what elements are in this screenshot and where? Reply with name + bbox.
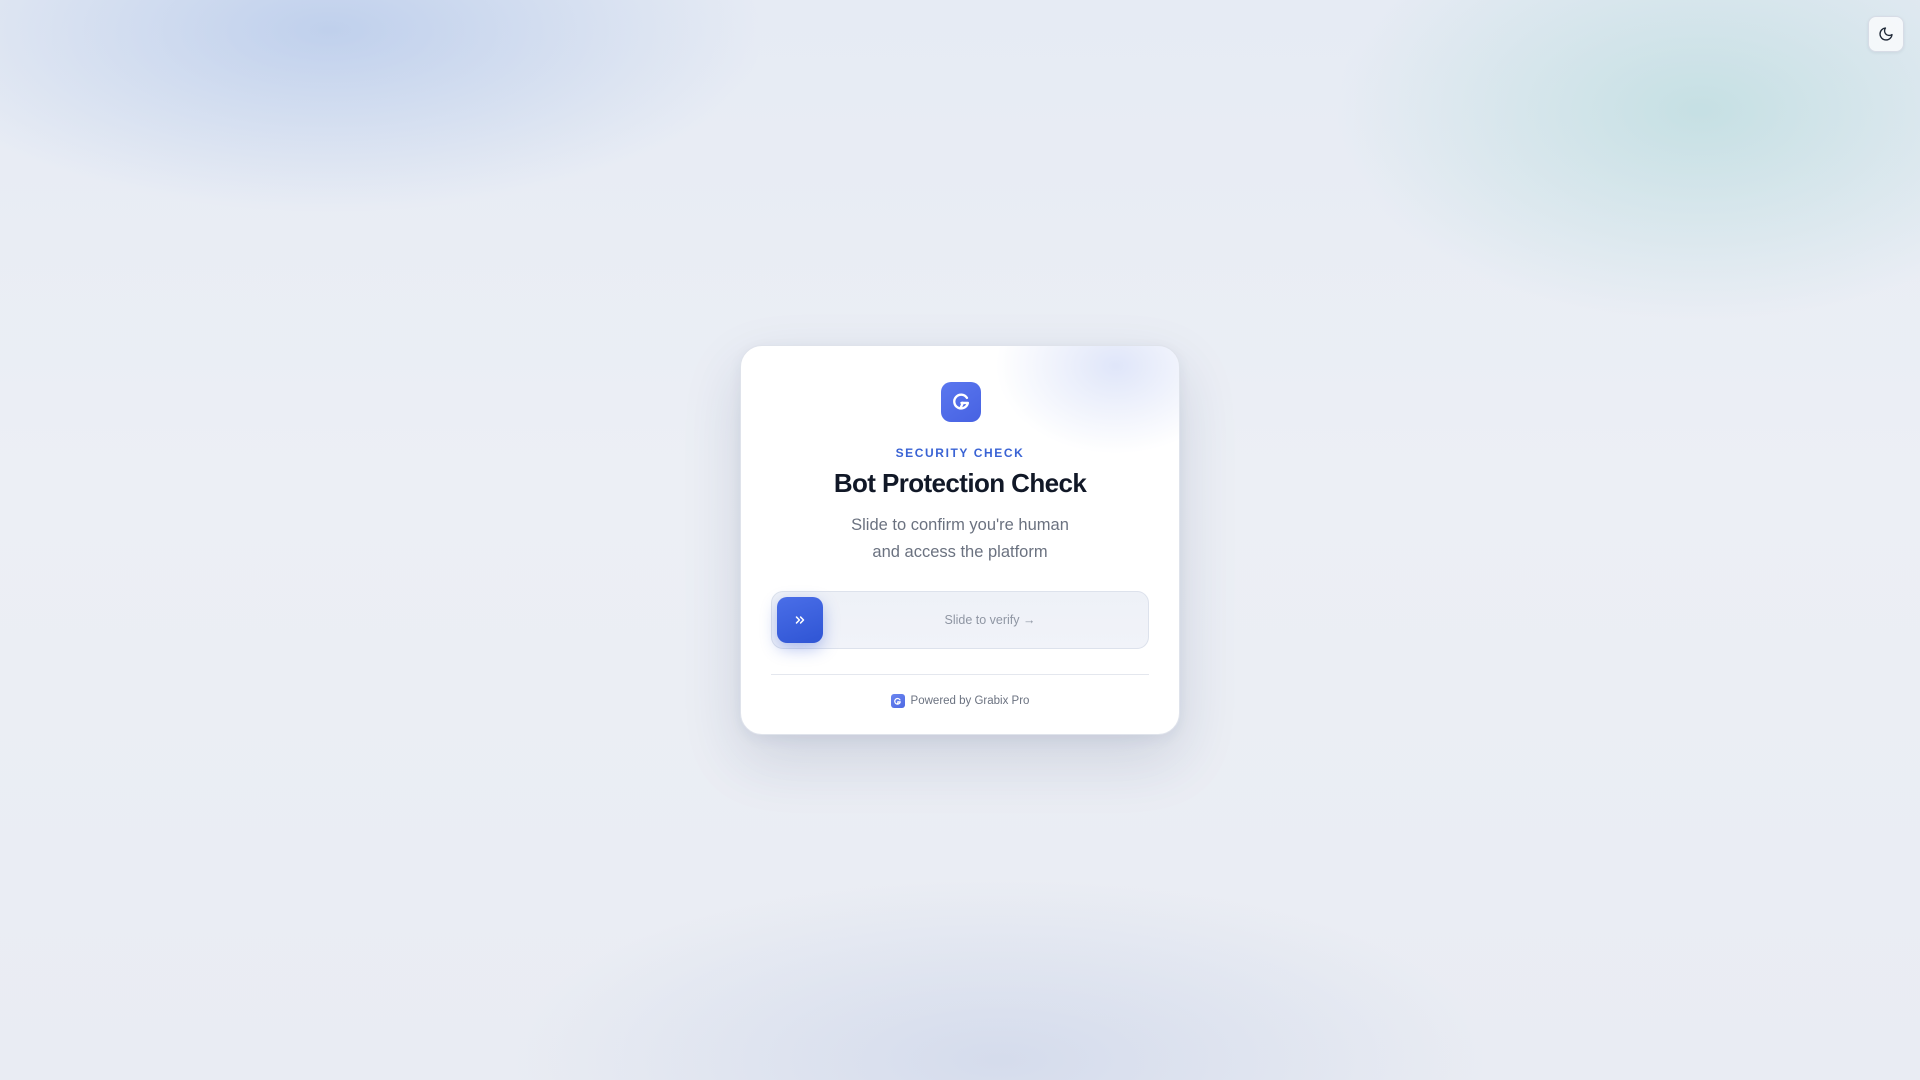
footer: Powered by Grabix Pro (741, 691, 1179, 711)
subtitle: Slide to confirm you're human and access… (801, 512, 1119, 566)
eyebrow-label: SECURITY CHECK (895, 446, 1025, 460)
subtitle-line-2: and access the platform (872, 543, 1048, 561)
grabix-logo-icon (890, 694, 905, 708)
powered-by-text: Powered by Grabix Pro (910, 695, 1030, 707)
page-title: Bot Protection Check (833, 468, 1087, 498)
slider-label: Slide to verify → (944, 613, 1036, 627)
double-chevron-right-icon (793, 613, 807, 627)
grabix-logo-icon (941, 382, 981, 422)
slide-to-verify-track[interactable]: Slide to verify → (771, 591, 1149, 649)
slider-handle[interactable] (777, 597, 823, 643)
theme-toggle-button[interactable] (1868, 16, 1904, 52)
moon-icon (1878, 26, 1894, 42)
divider (771, 674, 1149, 675)
verification-card: SECURITY CHECK Bot Protection Check Slid… (740, 345, 1180, 735)
subtitle-line-1: Slide to confirm you're human (851, 516, 1069, 534)
